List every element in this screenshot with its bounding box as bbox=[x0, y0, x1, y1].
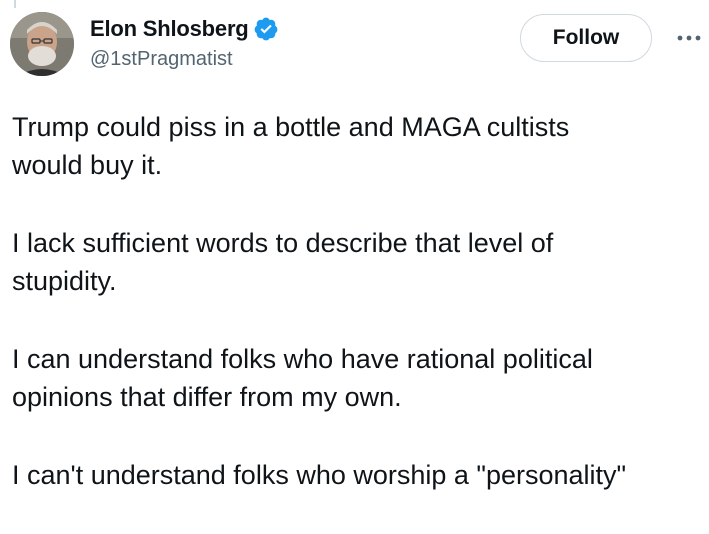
verified-badge-icon[interactable] bbox=[253, 16, 279, 42]
tweet-paragraph: I can't understand folks who worship a "… bbox=[12, 456, 702, 494]
avatar-image bbox=[10, 12, 74, 76]
display-name-row: Elon Shlosberg bbox=[90, 14, 490, 44]
author-info: Elon Shlosberg @1stPragmatist bbox=[90, 14, 490, 71]
more-horizontal-icon[interactable] bbox=[675, 24, 703, 52]
avatar[interactable] bbox=[10, 12, 74, 76]
tweet-line: I can understand folks who have rational… bbox=[12, 344, 593, 374]
tweet-paragraph: I can understand folks who have rational… bbox=[12, 340, 702, 416]
tweet-line: Trump could piss in a bottle and MAGA cu… bbox=[12, 112, 570, 142]
tweet-line: I lack sufficient words to describe that… bbox=[12, 228, 554, 258]
tweet-line: stupidity. bbox=[12, 266, 117, 296]
tweet-line: opinions that differ from my own. bbox=[12, 382, 402, 412]
tweet-paragraph: Trump could piss in a bottle and MAGA cu… bbox=[12, 108, 702, 184]
display-name[interactable]: Elon Shlosberg bbox=[90, 16, 249, 42]
tweet-header: Elon Shlosberg @1stPragmatist Follow bbox=[0, 0, 709, 90]
tweet-line: would buy it. bbox=[12, 150, 163, 180]
tweet-text: Trump could piss in a bottle and MAGA cu… bbox=[12, 108, 702, 534]
follow-button[interactable]: Follow bbox=[520, 14, 652, 62]
user-handle[interactable]: @1stPragmatist bbox=[90, 48, 490, 71]
tweet-paragraph: I lack sufficient words to describe that… bbox=[12, 224, 702, 300]
tweet-line: I can't understand folks who worship a "… bbox=[12, 460, 627, 490]
tweet-card: Elon Shlosberg @1stPragmatist Follow Tru… bbox=[0, 0, 709, 524]
